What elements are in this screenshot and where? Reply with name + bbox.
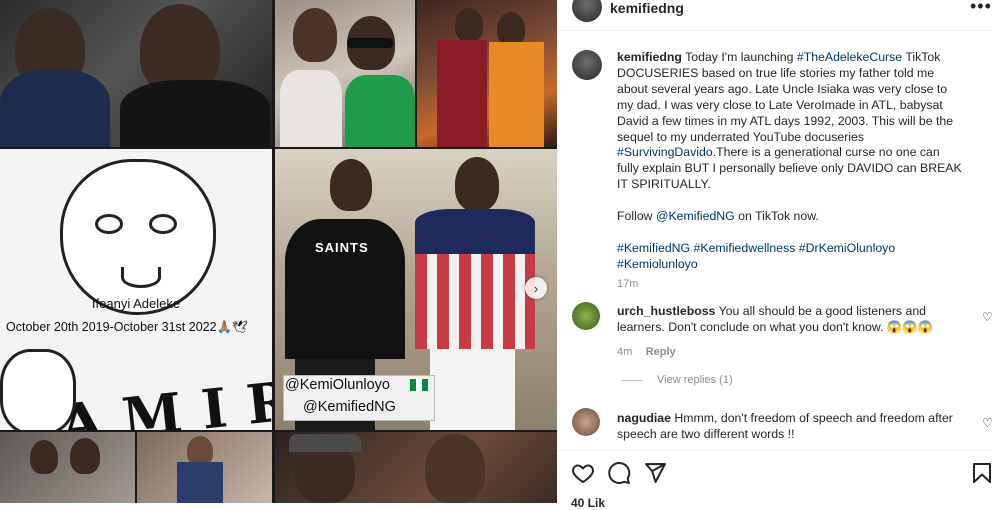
comment-icon[interactable]: [607, 461, 631, 485]
chevron-right-icon: ›: [533, 280, 539, 296]
bookmark-icon[interactable]: [970, 461, 992, 485]
memorial-name: Ifeanyi Adeleke: [91, 296, 181, 311]
comment-like-icon-1[interactable]: ♡: [982, 310, 992, 324]
nigeria-flag-icon: [410, 379, 428, 391]
send-icon[interactable]: [643, 461, 667, 485]
memorial-dates: October 20th 2019-October 31st 2022🙏🏽🕊: [6, 320, 248, 334]
follow-suffix: on TikTok now.: [738, 209, 819, 224]
memorial-sketch-tile: Ifeanyi Adeleke October 20th 2019-Octobe…: [0, 149, 272, 430]
next-image-button[interactable]: ›: [525, 277, 547, 299]
photo-tile-2: [275, 0, 415, 147]
more-options-icon[interactable]: •••: [970, 0, 992, 17]
replies-divider: [621, 379, 643, 381]
photo-tile-6: [0, 432, 135, 503]
hashtag-link-adelekecurse[interactable]: #TheAdelekeCurse: [797, 50, 902, 64]
reply-button-1[interactable]: Reply: [646, 346, 676, 358]
caption-hashtags[interactable]: #KemifiedNG #Kemifiedwellness #DrKemiOlu…: [617, 241, 962, 273]
handle-tag-1: @KemiOlunloyo: [285, 377, 390, 393]
photo-tile-1: [0, 0, 272, 147]
view-replies-button[interactable]: View replies (1): [621, 374, 733, 386]
comment-avatar-2[interactable]: [572, 408, 600, 436]
hashtag-link-survivingdavido[interactable]: #SurvivingDavido: [617, 145, 713, 159]
comment-avatar-1[interactable]: [572, 302, 600, 330]
post-caption: kemifiedng Today I'm launching #TheAdele…: [617, 50, 962, 293]
post-actions-bar: [557, 450, 992, 504]
photo-tile-7: [137, 432, 272, 503]
likes-count[interactable]: 40 Lik: [571, 496, 605, 510]
amiri-text: AMIRI: [57, 361, 272, 430]
caption-text-1: Today I'm launching: [685, 50, 794, 64]
comment-username-2[interactable]: nagudiae: [617, 411, 671, 425]
photo-tile-3: [417, 0, 557, 147]
post-side-panel: kemifiedng ••• kemifiedng Today I'm laun…: [557, 0, 992, 510]
caption-username[interactable]: kemifiedng: [617, 50, 682, 64]
caption-text-2: TikTok DOCUSERIES based on true life sto…: [617, 50, 954, 144]
post-image-collage[interactable]: Ifeanyi Adeleke October 20th 2019-Octobe…: [0, 0, 557, 503]
comment-1: urch_hustleboss You all should be a good…: [617, 303, 977, 360]
author-avatar[interactable]: [572, 0, 602, 22]
follow-handle-link[interactable]: @KemifiedNG: [656, 209, 735, 223]
photo-tile-8: [275, 432, 557, 503]
heart-icon[interactable]: [571, 461, 595, 485]
caption-avatar[interactable]: [572, 50, 602, 80]
view-replies-label[interactable]: View replies (1): [657, 374, 733, 386]
caption-time[interactable]: 17m: [617, 277, 962, 293]
author-username[interactable]: kemifiedng: [610, 0, 684, 16]
comment-time-1[interactable]: 4m: [617, 346, 632, 358]
comment-like-icon-2[interactable]: ♡: [982, 416, 992, 430]
comment-username-1[interactable]: urch_hustleboss: [617, 304, 715, 318]
post-header: kemifiedng •••: [557, 0, 992, 31]
child-sketch: [60, 159, 216, 315]
handle-tag-2: @KemifiedNG: [303, 399, 396, 415]
follow-text: Follow: [617, 209, 653, 224]
comment-2: nagudiae Hmmm, don't freedom of speech a…: [617, 410, 977, 442]
shirt-text: SAINTS: [315, 240, 369, 255]
